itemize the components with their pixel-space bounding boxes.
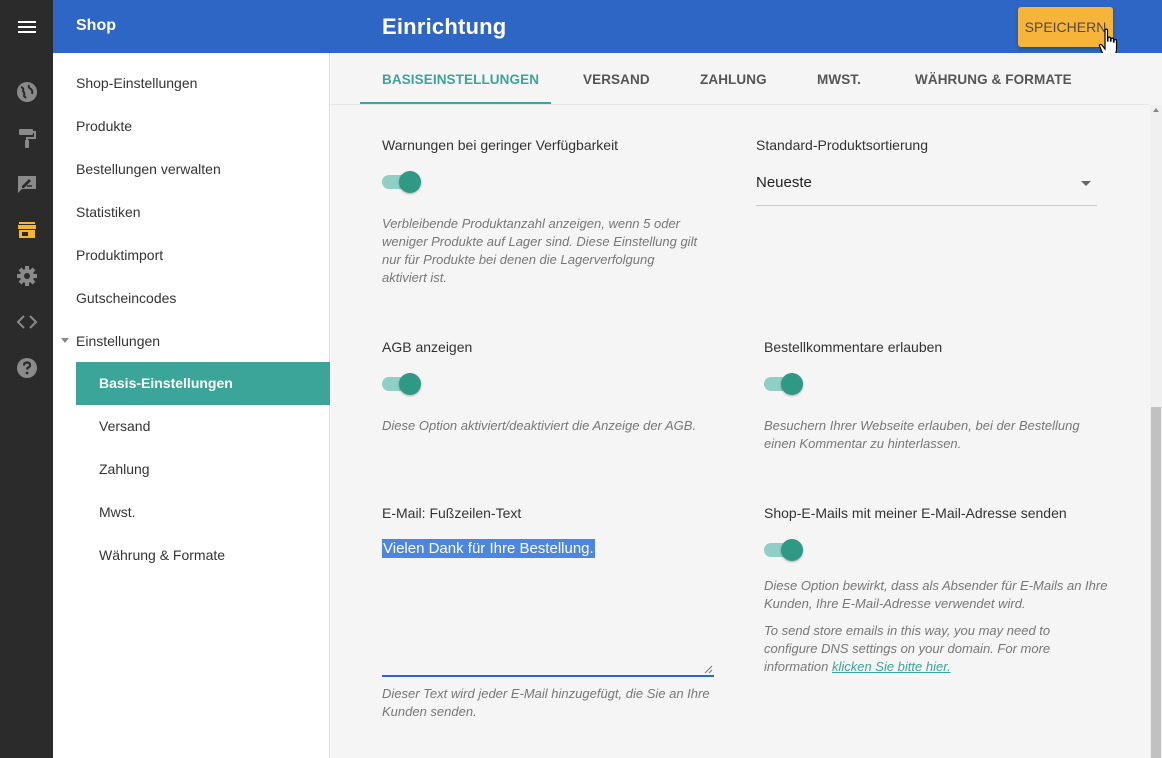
save-button[interactable]: SPEICHERN — [1018, 7, 1113, 47]
resize-grip-icon[interactable] — [703, 664, 713, 674]
toggle-knob — [781, 539, 803, 561]
low-stock-toggle[interactable] — [381, 171, 421, 193]
dropdown-arrow-icon — [1081, 181, 1091, 186]
scroll-up-arrow-icon[interactable] — [1153, 108, 1159, 112]
terms-label: AGB anzeigen — [382, 339, 473, 355]
terms-toggle[interactable] — [381, 373, 421, 395]
shop-title: Shop — [76, 17, 116, 34]
sidebar-item-product-import[interactable]: Produktimport — [76, 247, 163, 263]
tab-shipping[interactable]: VERSAND — [583, 72, 650, 87]
low-stock-description: Verbleibende Produktanzahl anzeigen, wen… — [382, 216, 698, 285]
paint-roller-icon[interactable] — [15, 126, 39, 150]
tab-divider — [331, 104, 1149, 105]
scrollbar-thumb[interactable] — [1151, 407, 1161, 758]
icon-rail — [0, 53, 53, 758]
email-footer-textarea[interactable]: Vielen Dank für Ihre Bestellung. — [382, 537, 714, 677]
order-comments-label: Bestellkommentare erlauben — [764, 339, 943, 355]
own-email-toggle[interactable] — [763, 539, 803, 561]
tab-bar: BASISEINSTELLUNGEN VERSAND ZAHLUNG MWST.… — [331, 53, 1162, 105]
page-title: Einrichtung — [382, 14, 507, 39]
toggle-knob — [781, 373, 803, 395]
order-comments-toggle[interactable] — [763, 373, 803, 395]
sidebar-subitem-currency-formats[interactable]: Währung & Formate — [76, 534, 330, 577]
edit-icon[interactable] — [15, 172, 39, 196]
tab-currency-formats[interactable]: WÄHRUNG & FORMATE — [915, 72, 1072, 87]
hamburger-icon — [17, 25, 36, 28]
low-stock-label: Warnungen bei geringer Verfügbarkeit — [382, 137, 619, 153]
help-icon[interactable] — [15, 356, 39, 380]
top-bar: Shop Einrichtung SPEICHERN — [0, 0, 1162, 53]
sidebar-item-shop-settings[interactable]: Shop-Einstellungen — [76, 75, 197, 91]
sidebar-subitem-vat[interactable]: Mwst. — [76, 491, 330, 534]
sidebar-subitem-payment[interactable]: Zahlung — [76, 448, 330, 491]
dns-note: To send store emails in this way, you ma… — [764, 622, 1084, 676]
expand-caret-icon[interactable] — [61, 338, 69, 343]
sidebar-item-orders[interactable]: Bestellungen verwalten — [76, 161, 221, 177]
menu-button[interactable] — [0, 0, 53, 53]
toggle-knob — [399, 373, 421, 395]
toggle-knob — [399, 171, 421, 193]
sidebar-subitem-basic-settings[interactable]: Basis-Einstellungen — [76, 362, 330, 405]
globe-icon[interactable] — [15, 80, 39, 104]
sidebar-item-settings[interactable]: Einstellungen — [76, 333, 160, 349]
settings-icon[interactable] — [15, 264, 39, 288]
main-content: BASISEINSTELLUNGEN VERSAND ZAHLUNG MWST.… — [331, 53, 1162, 758]
sidebar-item-coupon-codes[interactable]: Gutscheincodes — [76, 290, 176, 306]
sorting-select[interactable]: Neueste — [756, 160, 1097, 206]
terms-description: Diese Option aktiviert/deaktiviert die A… — [382, 418, 697, 433]
sidebar-item-products[interactable]: Produkte — [76, 118, 132, 134]
sidebar-subitem-shipping[interactable]: Versand — [76, 405, 330, 448]
sidebar-item-statistics[interactable]: Statistiken — [76, 204, 141, 220]
code-icon[interactable] — [15, 310, 39, 334]
sidebar: Shop-Einstellungen Produkte Bestellungen… — [53, 53, 330, 758]
email-footer-label: E-Mail: Fußzeilen-Text — [382, 505, 522, 521]
store-icon[interactable] — [15, 218, 39, 242]
own-email-label: Shop-E-Mails mit meiner E-Mail-Adresse s… — [764, 505, 1067, 521]
own-email-description: Diese Option bewirkt, dass als Absender … — [764, 578, 1108, 611]
tab-vat[interactable]: MWST. — [817, 72, 861, 87]
sorting-value: Neueste — [756, 174, 812, 191]
tab-payment[interactable]: ZAHLUNG — [700, 72, 767, 87]
dns-info-link[interactable]: klicken Sie bitte hier. — [832, 659, 951, 674]
tab-basic-settings[interactable]: BASISEINSTELLUNGEN — [382, 72, 539, 87]
sorting-label: Standard-Produktsortierung — [756, 137, 928, 153]
email-footer-value: Vielen Dank für Ihre Bestellung. — [382, 539, 595, 558]
order-comments-description: Besuchern Ihrer Webseite erlauben, bei d… — [764, 418, 1080, 451]
email-footer-description: Dieser Text wird jeder E-Mail hinzugefüg… — [382, 686, 710, 719]
